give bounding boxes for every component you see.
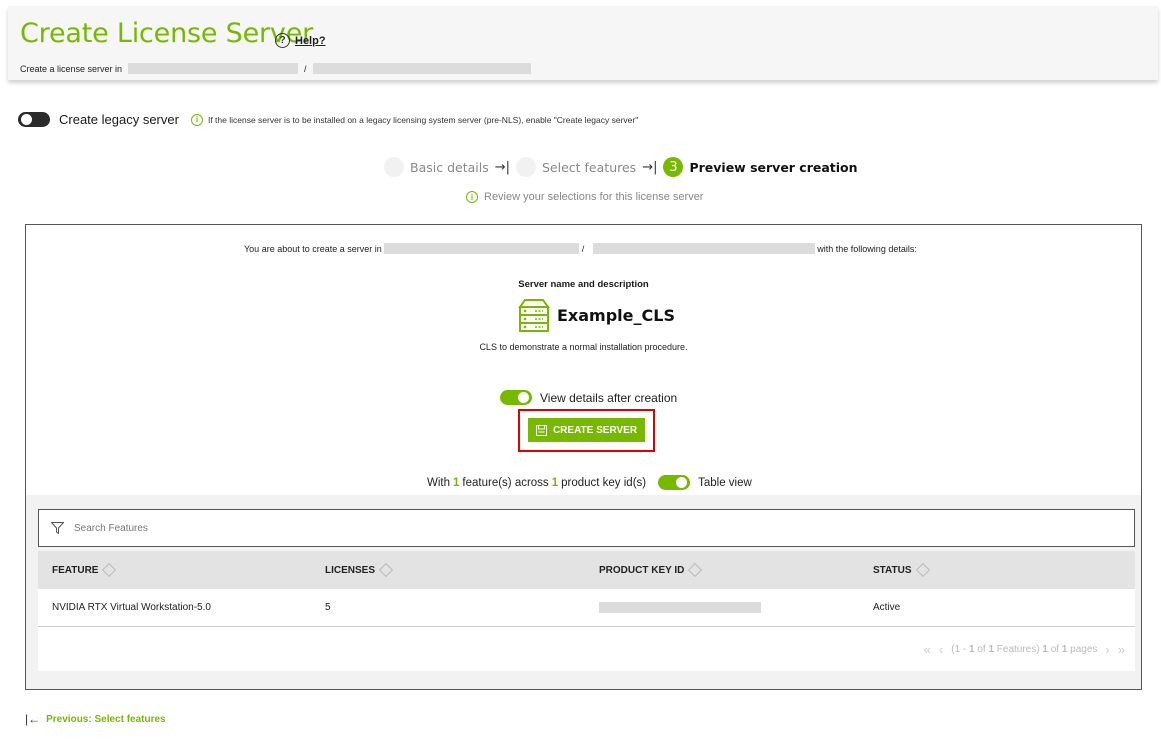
summary-features-text: feature(s) across [462,476,549,489]
back-arrow-icon: |← [25,712,41,726]
breadcrumb: Create a license server in / [20,63,531,74]
pagination: « ‹ (1 - 1 of 1 Features) 1 of 1 pages ›… [38,627,1135,671]
cell-licenses: 5 [325,602,331,613]
step-arrow-icon: →| [494,159,510,175]
table-view-label: Table view [698,476,752,489]
preview-panel: You are about to create a server in / wi… [25,224,1142,690]
step-2-label[interactable]: Select features [542,160,636,175]
filter-icon [51,522,64,534]
about-line: You are about to create a server in / wi… [244,243,917,254]
server-description: CLS to demonstrate a normal installation… [479,342,688,352]
help-group[interactable]: ? Help? [275,33,326,48]
subtitle-prefix: Create a license server in [20,63,123,74]
pager-summary: (1 - 1 of 1 Features) 1 of 1 pages [951,643,1098,655]
table-header: FEATURE LICENSES PRODUCT KEY ID STATUS [38,551,1135,589]
search-features-input[interactable]: Search Features [38,509,1135,547]
summary-keys-text: product key id(s) [561,476,647,489]
col-status[interactable]: STATUS [873,562,930,578]
summary-with: With [427,476,450,489]
create-server-button[interactable]: CREATE SERVER [528,418,645,442]
redacted-org [383,243,579,254]
page-header: Create License Server ? Help? Create a l… [8,6,1158,80]
view-details-label: View details after creation [540,390,678,405]
step-3-circle: 3 [663,157,684,177]
col-product-key-id[interactable]: PRODUCT KEY ID [599,562,703,578]
info-icon: i [466,191,478,203]
sort-icon[interactable] [688,562,703,578]
step-1-circle [384,157,404,177]
review-note: i Review your selections for this licens… [466,191,703,203]
col-licenses[interactable]: LICENSES [325,562,394,578]
create-server-highlight: CREATE SERVER [518,409,655,452]
step-arrow-icon: →| [642,159,658,175]
server-icon [518,299,550,332]
search-placeholder: Search Features [74,522,148,534]
step-1-label[interactable]: Basic details [410,160,489,175]
step-2-circle [516,157,536,177]
table-view-toggle[interactable] [658,475,691,490]
view-details-row: View details after creation [500,390,677,405]
subtitle-separator: / [304,63,307,74]
server-name-row: Example_CLS [518,297,675,333]
create-server-label: CREATE SERVER [552,424,638,436]
prev-page-icon[interactable]: ‹ [939,642,943,657]
previous-step-link[interactable]: |← Previous: Select features [25,712,166,726]
about-suffix: with the following details: [817,243,917,254]
redacted-org [128,63,299,74]
view-details-toggle[interactable] [500,390,532,405]
server-name: Example_CLS [557,305,675,325]
wizard-steps: Basic details →| Select features →| 3 Pr… [384,157,858,177]
redacted-group [593,243,816,254]
last-page-icon[interactable]: » [1118,642,1125,657]
cell-status: Active [873,602,901,613]
next-page-icon[interactable]: › [1105,642,1109,657]
col-feature[interactable]: FEATURE [52,562,117,578]
legacy-server-label: Create legacy server [59,112,179,127]
features-count: 1 [453,476,460,489]
keys-count: 1 [551,476,559,489]
cell-feature: NVIDIA RTX Virtual Workstation-5.0 [52,602,211,613]
help-link[interactable]: Help? [295,35,326,47]
page-title: Create License Server [20,18,314,49]
previous-step-label: Previous: Select features [46,713,166,725]
legacy-server-note: If the license server is to be installed… [207,114,639,125]
about-prefix: You are about to create a server in [244,243,382,254]
sort-icon[interactable] [378,562,394,578]
table-row: NVIDIA RTX Virtual Workstation-5.0 5 Act… [38,589,1135,627]
review-note-text: Review your selections for this license … [484,191,704,203]
section-label: Server name and description [518,279,649,290]
feature-summary: With 1 feature(s) across 1 product key i… [427,475,752,490]
features-table-area: Search Features FEATURE LICENSES PRODUCT… [26,495,1141,689]
sort-icon[interactable] [915,562,930,578]
info-icon: i [190,113,203,126]
about-separator: / [581,243,585,254]
step-3-label: Preview server creation [689,159,858,175]
help-icon[interactable]: ? [275,33,290,48]
sort-icon[interactable] [102,562,117,578]
legacy-server-toggle[interactable] [18,112,50,127]
save-icon [535,424,547,436]
first-page-icon[interactable]: « [924,642,931,657]
cell-product-key-id-redacted [599,602,761,613]
redacted-group [312,63,531,74]
legacy-server-row: Create legacy server i If the license se… [18,112,638,127]
